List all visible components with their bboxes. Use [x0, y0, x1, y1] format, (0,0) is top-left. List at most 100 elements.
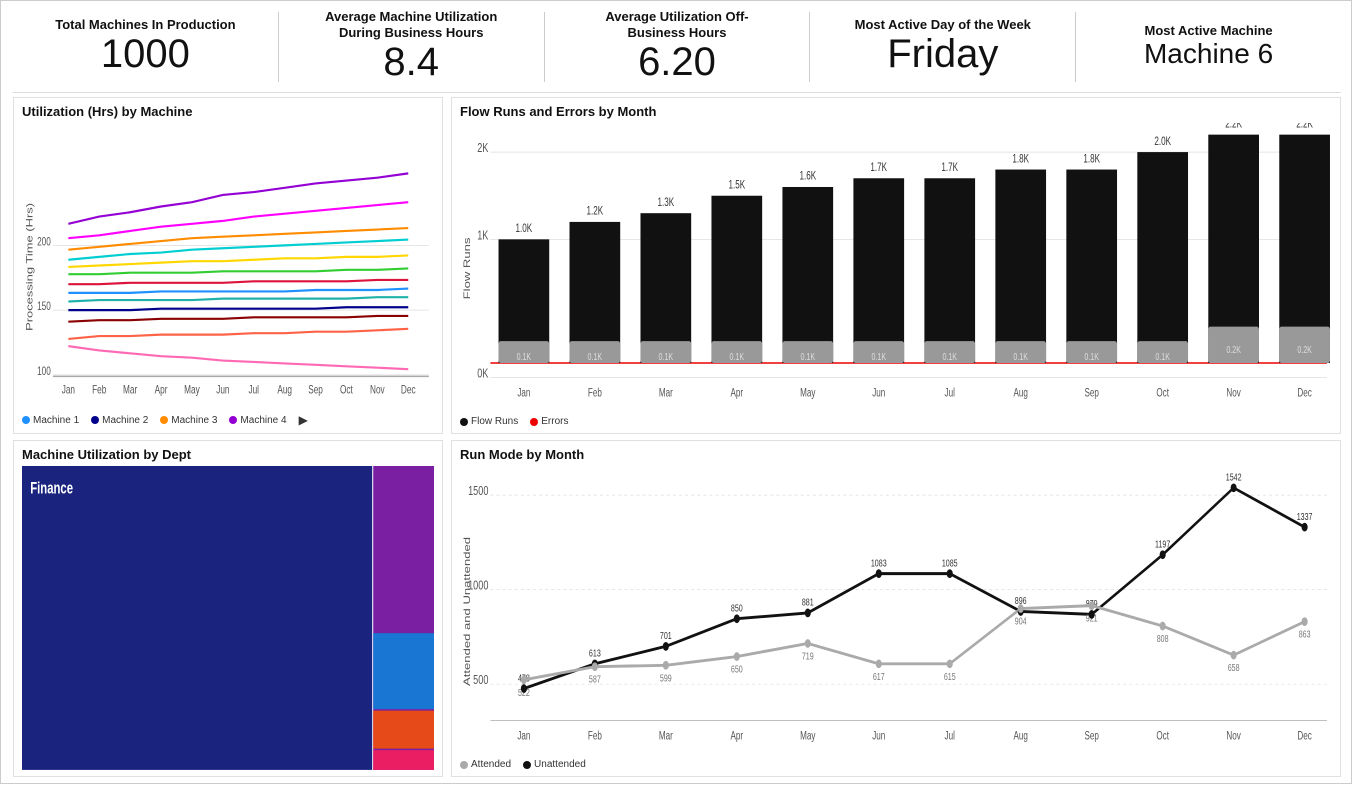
machine4-label: Machine 4 — [240, 415, 286, 426]
svg-text:100: 100 — [37, 366, 51, 379]
svg-text:587: 587 — [589, 674, 601, 686]
bar-may — [782, 187, 833, 363]
svg-text:500: 500 — [473, 674, 488, 688]
svg-text:0.1K: 0.1K — [517, 351, 532, 363]
bar-jun — [853, 178, 904, 363]
orange-rect — [373, 711, 434, 749]
flowruns-chart-panel: Flow Runs and Errors by Month 2K 1K 0K F… — [451, 97, 1341, 434]
dashboard: Total Machines In Production 1000 Averag… — [1, 1, 1352, 785]
unattended-dot-dec — [1302, 523, 1308, 532]
svg-text:0.1K: 0.1K — [730, 351, 745, 363]
svg-text:1.5K: 1.5K — [728, 179, 745, 192]
unattended-dot-nov — [1231, 484, 1237, 493]
svg-text:Dec: Dec — [1297, 387, 1311, 400]
svg-text:1.8K: 1.8K — [1083, 153, 1100, 166]
unattended-dot-may — [805, 609, 811, 618]
svg-text:2.2K: 2.2K — [1225, 123, 1242, 131]
svg-text:2.0K: 2.0K — [1154, 136, 1171, 149]
svg-text:Flow Runs: Flow Runs — [463, 237, 473, 299]
kpi-total-machines-label: Total Machines In Production — [55, 17, 235, 33]
more-machines-arrow[interactable]: ▶ — [299, 413, 308, 427]
errors-dot — [530, 418, 538, 426]
svg-text:200: 200 — [37, 236, 51, 249]
runmode-svg: 1500 1000 500 Attended and Unattended Ja… — [460, 466, 1332, 757]
svg-text:0.1K: 0.1K — [1155, 351, 1170, 363]
svg-text:Aug: Aug — [1014, 730, 1028, 743]
blue-rect — [373, 633, 434, 709]
kpi-avg-offbiz: Average Utilization Off-Business Hours 6… — [545, 9, 810, 84]
runmode-chart-panel: Run Mode by Month 1500 1000 500 Attended… — [451, 440, 1341, 777]
svg-text:701: 701 — [660, 630, 672, 642]
svg-text:Apr: Apr — [731, 387, 744, 400]
bar-mar — [640, 213, 691, 363]
unattended-label: Unattended — [534, 759, 586, 770]
attended-dot-dec — [1302, 617, 1308, 626]
svg-text:904: 904 — [1015, 615, 1027, 627]
treemap-area: Finance — [22, 466, 434, 770]
svg-text:1.8K: 1.8K — [1012, 153, 1029, 166]
unattended-dot-jun — [876, 569, 882, 578]
runmode-chart-area: 1500 1000 500 Attended and Unattended Ja… — [460, 466, 1332, 757]
kpi-total-machines: Total Machines In Production 1000 — [13, 17, 278, 77]
bar-apr — [711, 196, 762, 363]
attended-dot-nov — [1231, 651, 1237, 660]
bar-sep — [1066, 170, 1117, 363]
unattended-dot-jan — [521, 684, 527, 693]
svg-text:1542: 1542 — [1226, 471, 1242, 483]
attended-dot-aug — [1018, 604, 1024, 613]
unattended-dot-sep — [1089, 610, 1095, 619]
utilization-chart-area: Processing Time (Hrs) 100 150 200 Jan — [22, 123, 434, 411]
svg-text:1.7K: 1.7K — [941, 162, 958, 175]
svg-text:Jan: Jan — [517, 730, 530, 743]
legend-machine4: Machine 4 — [229, 415, 286, 426]
unattended-dot-mar — [663, 642, 669, 651]
flowruns-dot — [460, 418, 468, 426]
svg-text:0.1K: 0.1K — [800, 351, 815, 363]
pink-rect — [373, 750, 434, 770]
flowruns-legend: Flow Runs Errors — [460, 416, 1332, 427]
finance-label: Finance — [30, 479, 73, 498]
svg-text:0.1K: 0.1K — [942, 351, 957, 363]
svg-text:Jan: Jan — [62, 385, 75, 398]
svg-text:0.1K: 0.1K — [1013, 351, 1028, 363]
machine1-label: Machine 1 — [33, 415, 79, 426]
kpi-avg-biz-label: Average Machine Utilization During Busin… — [311, 9, 511, 40]
svg-text:Aug: Aug — [277, 385, 292, 398]
svg-text:613: 613 — [589, 647, 601, 659]
flowruns-svg: 2K 1K 0K Flow Runs — [460, 123, 1332, 414]
svg-text:May: May — [184, 385, 200, 398]
svg-text:1500: 1500 — [468, 485, 488, 499]
svg-text:Jun: Jun — [872, 387, 885, 400]
svg-text:Aug: Aug — [1014, 387, 1028, 400]
svg-text:0.1K: 0.1K — [588, 351, 603, 363]
svg-text:863: 863 — [1299, 628, 1311, 640]
attended-dot-feb — [592, 662, 598, 671]
svg-text:Jul: Jul — [945, 730, 955, 743]
attended-dot-mar — [663, 661, 669, 670]
kpi-most-active-machine-value: Machine 6 — [1144, 39, 1273, 70]
kpi-most-active-day-value: Friday — [887, 32, 998, 76]
kpi-total-machines-value: 1000 — [101, 32, 190, 76]
kpi-most-active-day-label: Most Active Day of the Week — [855, 17, 1031, 33]
svg-text:1.7K: 1.7K — [870, 162, 887, 175]
svg-text:615: 615 — [944, 671, 956, 683]
svg-text:719: 719 — [802, 650, 814, 662]
svg-text:0.2K: 0.2K — [1226, 344, 1241, 356]
svg-text:650: 650 — [731, 663, 743, 675]
svg-text:Sep: Sep — [1084, 730, 1099, 743]
dept-chart-title: Machine Utilization by Dept — [22, 447, 434, 462]
runmode-legend: Attended Unattended — [460, 759, 1332, 770]
bar-oct — [1137, 152, 1188, 363]
svg-text:1083: 1083 — [871, 557, 887, 569]
svg-text:150: 150 — [37, 301, 51, 314]
svg-text:Mar: Mar — [659, 387, 673, 400]
svg-text:Jul: Jul — [248, 385, 259, 398]
bar-jul — [924, 178, 975, 363]
kpi-most-active-machine-label: Most Active Machine — [1145, 23, 1273, 39]
svg-text:Oct: Oct — [1156, 730, 1169, 743]
kpi-avg-offbiz-value: 6.20 — [638, 40, 716, 84]
machine4-dot — [229, 416, 237, 424]
svg-text:Sep: Sep — [1084, 387, 1099, 400]
kpi-avg-offbiz-label: Average Utilization Off-Business Hours — [577, 9, 777, 40]
svg-text:Jul: Jul — [945, 387, 955, 400]
